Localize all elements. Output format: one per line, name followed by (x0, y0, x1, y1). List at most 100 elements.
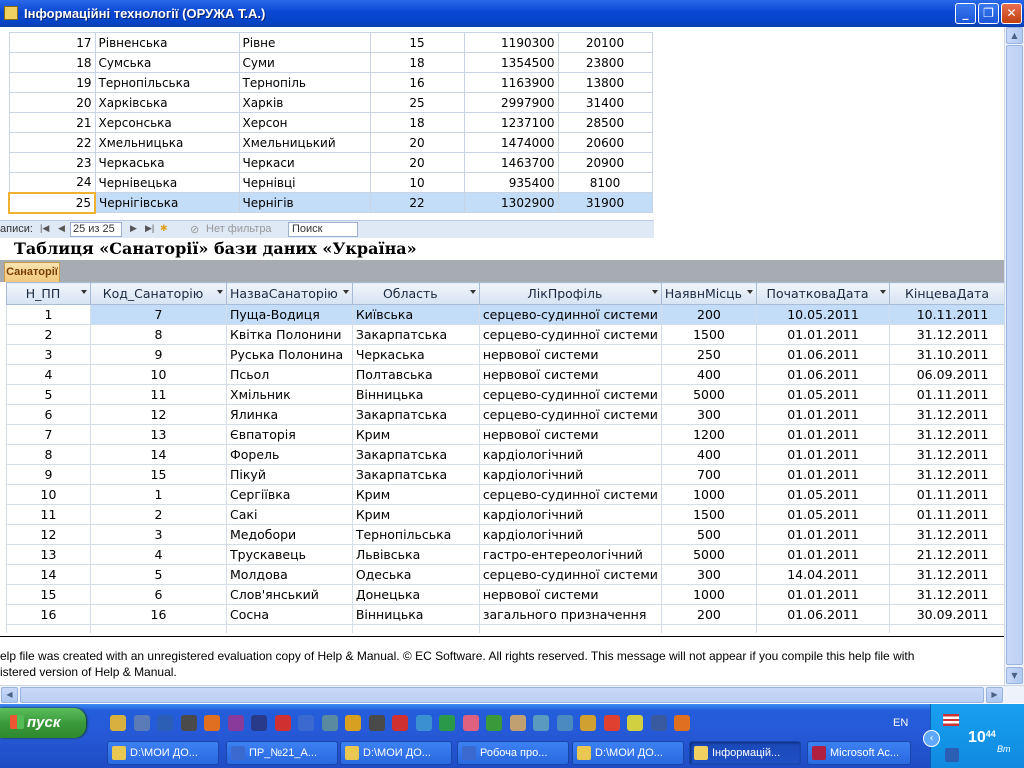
datasheet-cell[interactable]: серцево-судинної системи (478, 564, 662, 585)
datasheet-cell[interactable]: нервової системи (478, 584, 662, 605)
datasheet-cell[interactable]: 3 (6, 344, 91, 365)
datasheet-cell[interactable]: Крим (351, 504, 480, 525)
vertical-scrollbar[interactable]: ▲ ▼ (1004, 27, 1024, 687)
datasheet-cell[interactable]: 7 (6, 424, 91, 445)
table-cell[interactable]: 18 (8, 52, 96, 73)
table-row[interactable]: 17 Рівненська Рівне 15 1190300 20100 (8, 32, 653, 53)
datasheet-cell[interactable]: Євпаторія (226, 424, 353, 445)
datasheet-cell[interactable]: 400 (660, 444, 758, 465)
table-cell[interactable]: 1463700 (463, 152, 559, 173)
cube-icon[interactable] (533, 715, 549, 731)
datasheet-cell[interactable]: Вінницька (351, 384, 480, 405)
table-cell[interactable]: 8100 (557, 172, 653, 193)
datasheet-cell[interactable]: 01.01.2011 (756, 424, 891, 445)
table-cell[interactable]: 13800 (557, 72, 653, 93)
datasheet-cell[interactable]: серцево-судинної системи (478, 484, 662, 505)
table-cell[interactable]: 19 (8, 72, 96, 93)
datasheet-cell[interactable]: Донецька (351, 584, 480, 605)
datasheet-row[interactable]: 8 14 Форель Закарпатська кардіологічний 400 01… (6, 444, 1017, 465)
table-cell[interactable]: 21 (8, 112, 96, 133)
datasheet-cell[interactable]: Форель (226, 444, 353, 465)
datasheet-cell[interactable]: Слов'янський (226, 584, 353, 605)
table-cell[interactable]: 17 (8, 32, 96, 53)
tools-icon[interactable] (509, 715, 526, 731)
sort-dropdown-icon[interactable] (469, 290, 476, 294)
settings-icon[interactable] (204, 715, 220, 731)
datasheet-row[interactable]: 13 4 Трускавець Львівська гастро-ентереологі… (6, 544, 1017, 565)
table-cell[interactable]: 16 (369, 72, 465, 93)
datasheet-cell[interactable]: 6 (90, 584, 227, 605)
table-cell[interactable]: 18 (369, 112, 465, 133)
table-cell[interactable]: 24 (8, 172, 96, 193)
datasheet-cell[interactable]: 10.05.2011 (756, 304, 891, 325)
tray-app-icon[interactable] (945, 748, 959, 762)
opera-icon[interactable] (274, 715, 291, 731)
datasheet-cell[interactable]: нервової системи (478, 344, 662, 365)
datasheet-row[interactable]: 12 3 Медобори Тернопільська кардіологічний 50… (6, 524, 1017, 545)
datasheet-cell[interactable]: 01.11.2011 (889, 504, 1017, 525)
datasheet-cell[interactable]: 31.12.2011 (889, 584, 1017, 605)
datasheet-cell[interactable]: 01.06.2011 (756, 604, 891, 625)
table-cell[interactable]: 25 (369, 92, 465, 113)
flag-icon[interactable] (943, 714, 959, 726)
datasheet-cell[interactable]: 01.01.2011 (756, 464, 891, 485)
datasheet-cell[interactable]: 200 (660, 304, 758, 325)
datasheet-cell[interactable]: 13 (6, 544, 91, 565)
column-header[interactable]: Код_Санаторію (90, 282, 227, 305)
table-cell[interactable]: 1237100 (463, 112, 559, 133)
datasheet-cell[interactable]: гастро-ентереологічний (478, 544, 662, 565)
explorer-icon[interactable] (321, 715, 338, 731)
datasheet-cell[interactable]: 5000 (660, 384, 758, 405)
datasheet-cell[interactable]: 31.12.2011 (889, 324, 1017, 345)
prev-record-icon[interactable]: ◀ (58, 223, 65, 234)
datasheet-cell[interactable]: 31.12.2011 (889, 444, 1017, 465)
datasheet-cell[interactable]: Одеська (351, 564, 480, 585)
datasheet-cell[interactable]: кардіологічний (478, 444, 662, 465)
folder-icon[interactable] (110, 715, 126, 731)
datasheet-cell[interactable]: 14.04.2011 (756, 564, 891, 585)
datasheet-cell[interactable]: 12 (90, 404, 227, 425)
datasheet-cell[interactable]: Черкаська (351, 344, 480, 365)
chrome-icon[interactable] (580, 715, 596, 731)
datasheet-cell[interactable]: 01.01.2011 (756, 524, 891, 545)
datasheet-cell[interactable]: загального призначення (478, 604, 662, 625)
datasheet-cell[interactable]: Закарпатська (351, 464, 480, 485)
datasheet-cell[interactable]: 4 (90, 544, 227, 565)
datasheet-cell[interactable]: Закарпатська (351, 404, 480, 425)
datasheet-cell[interactable]: 01.05.2011 (756, 504, 891, 525)
datasheet-row[interactable]: 2 8 Квітка Полонини Закарпатська серцево-суд… (6, 324, 1017, 345)
table-cell[interactable]: 1474000 (463, 132, 559, 153)
datasheet-cell[interactable]: Закарпатська (351, 324, 480, 345)
close-button[interactable]: ✕ (1001, 3, 1022, 24)
horizontal-scrollbar[interactable]: ◀ ▶ (0, 685, 1024, 703)
table-row[interactable]: 20 Харківська Харків 25 2997900 31400 (8, 92, 653, 113)
datasheet-cell[interactable]: 31.12.2011 (889, 524, 1017, 545)
table-row[interactable]: 25 Чернігівська Чернігів 22 1302900 31900 (8, 191, 653, 214)
datasheet-cell[interactable]: 31.12.2011 (889, 424, 1017, 445)
datasheet-cell[interactable]: кардіологічний (478, 464, 662, 485)
messenger-icon[interactable] (415, 715, 432, 731)
table-cell[interactable]: 20100 (557, 32, 653, 53)
table-cell[interactable]: 1302900 (463, 192, 559, 213)
datasheet-cell[interactable]: 14 (6, 564, 91, 585)
mail-icon[interactable] (650, 715, 667, 731)
datasheet-cell[interactable]: 12 (6, 524, 91, 545)
table-cell[interactable]: Харківська (94, 92, 240, 113)
datasheet-cell[interactable]: 11 (6, 504, 91, 525)
datasheet-cell[interactable]: 4 (6, 364, 91, 385)
datasheet-cell[interactable]: 3 (90, 524, 227, 545)
datasheet-cell[interactable]: 31.12.2011 (889, 464, 1017, 485)
table-cell[interactable]: 23800 (557, 52, 653, 73)
datasheet-cell[interactable]: 10 (6, 484, 91, 505)
datasheet-row[interactable]: 3 9 Руська Полонина Черкаська нервової систе… (6, 344, 1017, 365)
table-row[interactable]: 22 Хмельницька Хмельницький 20 1474000 20600 (8, 132, 653, 153)
datasheet-cell[interactable] (756, 624, 891, 633)
datasheet-cell[interactable]: 01.01.2011 (756, 324, 891, 345)
tab-sanatoria[interactable]: Санаторії (4, 262, 60, 282)
table-cell[interactable]: Тернопільська (94, 72, 240, 93)
sort-dropdown-icon[interactable] (342, 290, 349, 294)
record-position-field[interactable]: 25 из 25 (70, 222, 122, 237)
task-button[interactable]: D:\МОИ ДО... (340, 741, 452, 765)
datasheet-cell[interactable] (6, 624, 91, 633)
datasheet-cell[interactable]: 10 (90, 364, 227, 385)
